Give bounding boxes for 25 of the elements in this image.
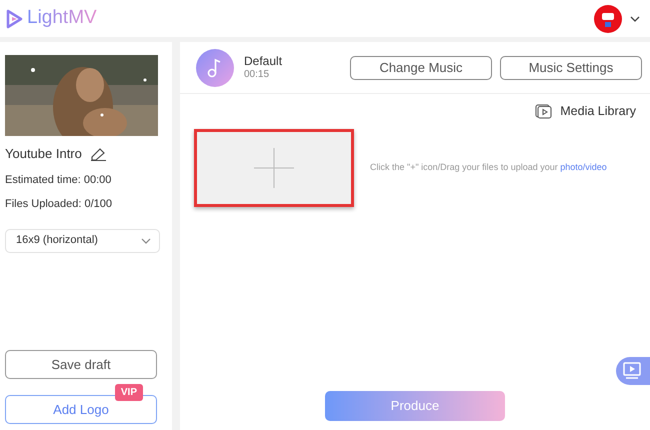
chevron-down-icon[interactable] (630, 16, 640, 22)
aspect-ratio-select[interactable]: 16x9 (horizontal) (5, 228, 160, 252)
avatar[interactable] (594, 4, 622, 32)
pencil-icon[interactable] (90, 146, 107, 161)
video-preview-button[interactable] (616, 357, 650, 385)
files-uploaded: Files Uploaded: 0/100 (5, 197, 114, 212)
media-library-link[interactable]: Media Library (560, 102, 636, 121)
estimated-time: Estimated time: 00:00 (5, 172, 112, 188)
save-draft-button[interactable]: Save draft (5, 350, 157, 379)
photo-video-link[interactable]: photo/video (560, 162, 607, 172)
change-music-button[interactable]: Change Music (350, 56, 492, 80)
music-settings-button[interactable]: Music Settings (500, 56, 642, 80)
upload-drop-zone[interactable] (194, 128, 354, 207)
video-icon (623, 362, 643, 380)
plus-icon (254, 148, 294, 188)
chevron-down-icon (141, 238, 151, 244)
music-note-icon (196, 48, 234, 86)
project-title: Youtube Intro (5, 145, 82, 163)
media-library-icon[interactable] (535, 104, 552, 119)
add-logo-button[interactable]: Add Logo (5, 395, 157, 424)
vip-badge: VIP (114, 384, 143, 401)
music-name: Default (244, 54, 284, 69)
music-duration: 00:15 (244, 68, 270, 80)
logo-icon (6, 8, 23, 28)
upload-hint: Click the "+" icon/Drag your files to upload your photo/video (370, 161, 607, 174)
